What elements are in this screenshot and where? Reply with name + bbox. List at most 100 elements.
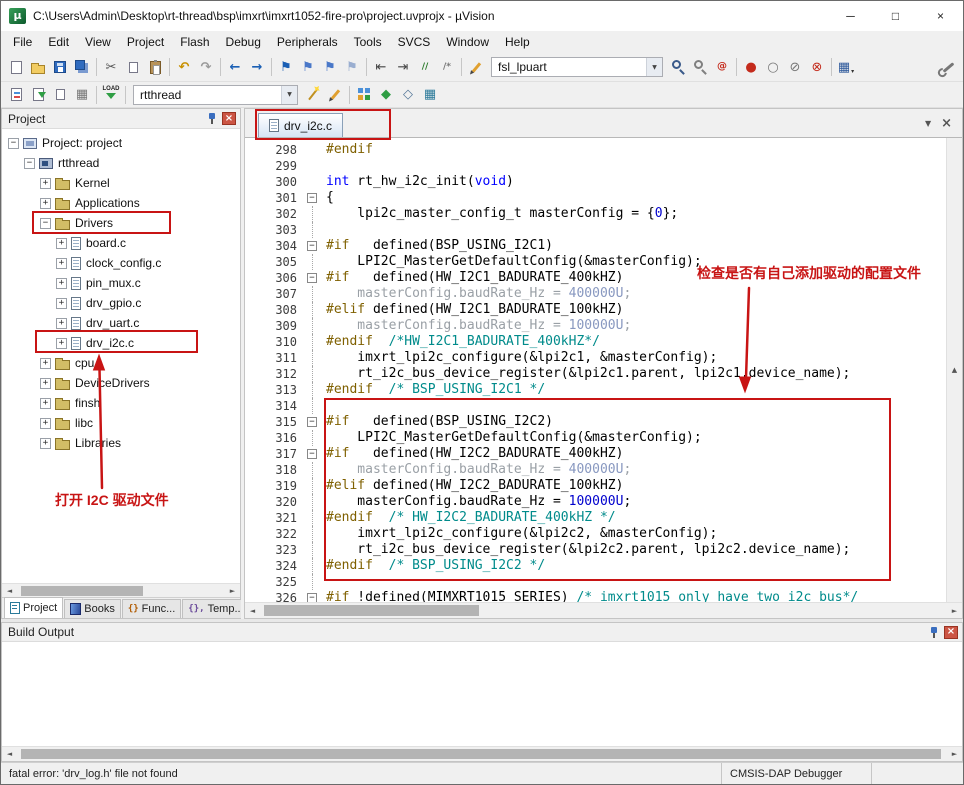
navigate-forward-icon[interactable]: →	[246, 56, 268, 78]
menu-project[interactable]: Project	[119, 32, 172, 52]
tree-expander-icon[interactable]: −	[40, 218, 51, 229]
minimize-button[interactable]: ─	[828, 1, 873, 31]
file-extensions-icon[interactable]	[324, 84, 346, 106]
debug-dialog-windows-icon[interactable]: ▦▾	[835, 56, 857, 78]
bookmark-previous-icon[interactable]: ⚑	[297, 56, 319, 78]
fold-collapse-icon[interactable]: −	[307, 449, 317, 459]
code-line-306[interactable]: 306−#if defined(HW_I2C1_BADURATE_400kHZ)	[245, 270, 946, 286]
scroll-right-icon[interactable]	[947, 747, 962, 761]
disable-all-breakpoints-icon[interactable]: ⊘	[784, 56, 806, 78]
tree-expander-icon[interactable]: +	[40, 438, 51, 449]
code-line-323[interactable]: 323 rt_i2c_bus_device_register(&lpi2c2.p…	[245, 542, 946, 558]
code-line-316[interactable]: 316 LPI2C_MasterGetDefaultConfig(&master…	[245, 430, 946, 446]
code-line-302[interactable]: 302 lpi2c_master_config_t masterConfig =…	[245, 206, 946, 222]
code-line-307[interactable]: 307 masterConfig.baudRate_Hz = 400000U;	[245, 286, 946, 302]
menu-svcs[interactable]: SVCS	[390, 32, 439, 52]
scroll-track[interactable]	[260, 603, 947, 618]
tree-item-label[interactable]: Libraries	[75, 436, 121, 450]
maximize-button[interactable]: □	[873, 1, 918, 31]
incremental-find-icon[interactable]: @	[711, 56, 733, 78]
manage-rte-icon[interactable]: ◆	[375, 84, 397, 106]
enable-disable-breakpoint-icon[interactable]: ○	[762, 56, 784, 78]
menu-file[interactable]: File	[5, 32, 40, 52]
code-line-310[interactable]: 310#endif /*HW_I2C1_BADURATE_400kHZ*/	[245, 334, 946, 350]
cut-icon[interactable]: ✂	[100, 56, 122, 78]
code-line-317[interactable]: 317−#if defined(HW_I2C2_BADURATE_400kHZ)	[245, 446, 946, 462]
scroll-thumb[interactable]	[264, 605, 479, 616]
tree-expander-icon[interactable]: +	[56, 338, 67, 349]
scroll-left-icon[interactable]	[2, 747, 17, 761]
code-line-301[interactable]: 301−{	[245, 190, 946, 206]
menu-edit[interactable]: Edit	[40, 32, 77, 52]
code-line-321[interactable]: 321#endif /* HW_I2C2_BADURATE_400kHZ */	[245, 510, 946, 526]
comment-selection-icon[interactable]: //	[414, 56, 436, 78]
tree-expander-icon[interactable]: −	[8, 138, 19, 149]
code-line-326[interactable]: 326−#if !defined(MIMXRT1015_SERIES) /* i…	[245, 590, 946, 602]
tree-expander-icon[interactable]: +	[40, 358, 51, 369]
code-editor[interactable]: 298#endif299300int rt_hw_i2c_init(void)3…	[245, 138, 946, 602]
code-line-312[interactable]: 312 rt_i2c_bus_device_register(&lpi2c1.p…	[245, 366, 946, 382]
target-select-combo[interactable]: rtthread	[133, 85, 298, 105]
find-in-files-icon[interactable]	[667, 56, 689, 78]
tab-drv-i2c[interactable]: drv_i2c.c	[258, 113, 343, 137]
tree-expander-icon[interactable]: +	[40, 378, 51, 389]
code-line-313[interactable]: 313#endif /* BSP_USING_I2C1 */	[245, 382, 946, 398]
kill-all-breakpoints-icon[interactable]: ⊗	[806, 56, 828, 78]
navigate-back-icon[interactable]: ←	[224, 56, 246, 78]
fold-collapse-icon[interactable]: −	[307, 241, 317, 251]
tree-expander-icon[interactable]: +	[40, 198, 51, 209]
menu-window[interactable]: Window	[438, 32, 497, 52]
bookmark-next-icon[interactable]: ⚑	[319, 56, 341, 78]
combo-dropdown-icon[interactable]	[646, 58, 662, 76]
fold-collapse-icon[interactable]: −	[307, 593, 317, 602]
scroll-track[interactable]	[17, 584, 225, 597]
tree-item-label[interactable]: board.c	[86, 236, 126, 250]
bookmark-clear-all-icon[interactable]: ⚑	[341, 56, 363, 78]
scroll-right-icon[interactable]	[947, 603, 962, 618]
scroll-up-icon[interactable]	[947, 138, 962, 602]
tree-expander-icon[interactable]: +	[56, 318, 67, 329]
indent-icon[interactable]: ⇥	[392, 56, 414, 78]
fold-collapse-icon[interactable]: −	[307, 417, 317, 427]
insert-remove-breakpoint-icon[interactable]: ●	[740, 56, 762, 78]
code-line-311[interactable]: 311 imxrt_lpi2c_configure(&lpi2c1, &mast…	[245, 350, 946, 366]
tree-item-label[interactable]: finsh	[75, 396, 100, 410]
editor-hscrollbar[interactable]	[245, 602, 962, 618]
tree-item-label[interactable]: Drivers	[75, 216, 113, 230]
panel-tab-func-[interactable]: {}Func...	[122, 599, 181, 618]
copy-icon[interactable]	[122, 56, 144, 78]
options-for-target-icon[interactable]	[302, 84, 324, 106]
code-line-314[interactable]: 314	[245, 398, 946, 414]
close-button[interactable]: ×	[918, 1, 963, 31]
scroll-thumb[interactable]	[21, 586, 143, 596]
menu-peripherals[interactable]: Peripherals	[269, 32, 346, 52]
tree-item-label[interactable]: libc	[75, 416, 93, 430]
tree-expander-icon[interactable]: −	[24, 158, 35, 169]
code-line-322[interactable]: 322 imxrt_lpi2c_configure(&lpi2c2, &mast…	[245, 526, 946, 542]
pin-icon[interactable]	[206, 112, 218, 125]
bookmark-toggle-icon[interactable]: ⚑	[275, 56, 297, 78]
tree-item-label[interactable]: rtthread	[58, 156, 99, 170]
code-line-303[interactable]: 303	[245, 222, 946, 238]
menu-help[interactable]: Help	[497, 32, 538, 52]
uncomment-selection-icon[interactable]: /*	[436, 56, 458, 78]
tree-expander-icon[interactable]: +	[56, 298, 67, 309]
panel-close-icon[interactable]	[944, 626, 958, 639]
code-line-300[interactable]: 300int rt_hw_i2c_init(void)	[245, 174, 946, 190]
paste-icon[interactable]	[144, 56, 166, 78]
scroll-left-icon[interactable]	[2, 584, 17, 597]
menu-tools[interactable]: Tools	[346, 32, 390, 52]
code-line-320[interactable]: 320 masterConfig.baudRate_Hz = 100000U;	[245, 494, 946, 510]
panel-close-icon[interactable]	[222, 112, 236, 125]
translate-file-icon[interactable]	[5, 84, 27, 106]
tree-item-label[interactable]: drv_uart.c	[86, 316, 139, 330]
panel-tab-project[interactable]: Project	[4, 597, 63, 618]
batch-build-icon[interactable]: ▦	[71, 84, 93, 106]
tree-expander-icon[interactable]: +	[40, 178, 51, 189]
tree-expander-icon[interactable]: +	[40, 398, 51, 409]
save-all-icon[interactable]	[71, 56, 93, 78]
rebuild-all-icon[interactable]	[49, 84, 71, 106]
tree-item-label[interactable]: drv_i2c.c	[86, 336, 134, 350]
redo-icon[interactable]: ↷	[195, 56, 217, 78]
new-file-icon[interactable]	[5, 56, 27, 78]
